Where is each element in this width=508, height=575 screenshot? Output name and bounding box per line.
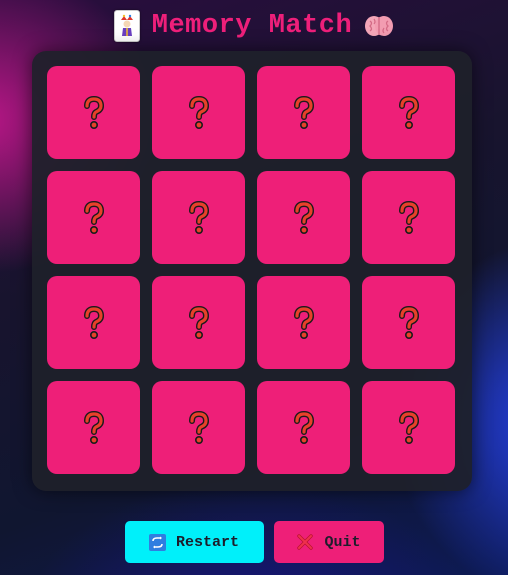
question-mark-icon	[83, 305, 104, 339]
memory-card[interactable]	[152, 171, 245, 264]
memory-card[interactable]	[362, 171, 455, 264]
question-mark-icon	[293, 200, 314, 234]
memory-card[interactable]	[362, 66, 455, 159]
question-mark-icon	[398, 410, 419, 444]
controls-bar: Restart Quit	[0, 521, 508, 563]
question-mark-icon	[293, 410, 314, 444]
memory-card[interactable]	[47, 381, 140, 474]
question-mark-icon	[83, 95, 104, 129]
restart-icon	[148, 533, 166, 551]
quit-button-label: Quit	[324, 533, 361, 551]
question-mark-icon	[83, 410, 104, 444]
memory-card[interactable]	[257, 276, 350, 369]
game-board	[32, 51, 472, 491]
cross-mark-icon	[296, 533, 314, 551]
restart-button-label: Restart	[175, 533, 239, 551]
question-mark-icon	[293, 305, 314, 339]
question-mark-icon	[293, 95, 314, 129]
memory-card[interactable]	[362, 381, 455, 474]
page-title: Memory Match	[151, 11, 353, 41]
memory-card[interactable]	[152, 381, 245, 474]
question-mark-icon	[188, 95, 209, 129]
question-mark-icon	[398, 200, 419, 234]
restart-button[interactable]: Restart	[124, 521, 264, 563]
question-mark-icon	[398, 305, 419, 339]
memory-card[interactable]	[257, 66, 350, 159]
memory-card[interactable]	[47, 66, 140, 159]
memory-card[interactable]	[152, 276, 245, 369]
memory-card[interactable]	[257, 171, 350, 264]
card-grid	[47, 66, 455, 474]
joker-card-icon	[113, 10, 140, 42]
brain-icon	[364, 14, 394, 38]
joker-figure	[120, 14, 133, 36]
question-mark-icon	[188, 410, 209, 444]
question-mark-icon	[188, 200, 209, 234]
memory-card[interactable]	[362, 276, 455, 369]
question-mark-icon	[398, 95, 419, 129]
memory-card[interactable]	[47, 276, 140, 369]
question-mark-icon	[188, 305, 209, 339]
memory-card[interactable]	[152, 66, 245, 159]
memory-card[interactable]	[257, 381, 350, 474]
memory-card[interactable]	[47, 171, 140, 264]
question-mark-icon	[83, 200, 104, 234]
header: Memory Match	[0, 6, 508, 46]
quit-button[interactable]: Quit	[273, 521, 384, 563]
